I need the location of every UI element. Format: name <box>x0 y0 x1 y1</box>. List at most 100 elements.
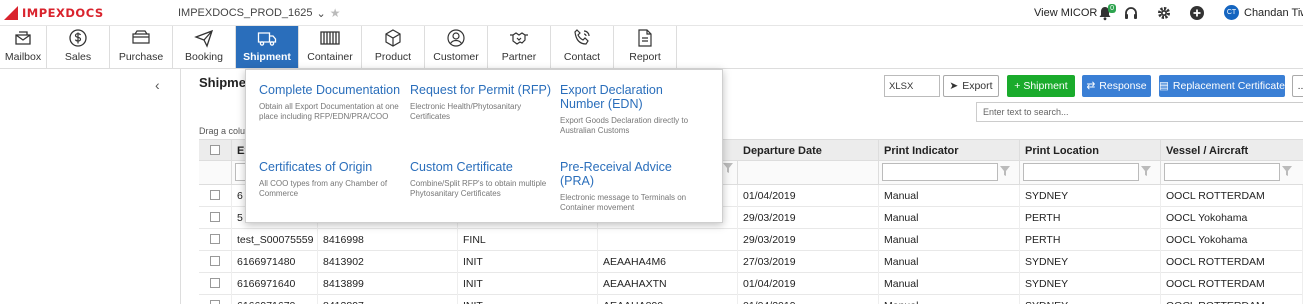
cell-edn: AEAAHA4M6 <box>598 251 738 273</box>
row-checkbox[interactable] <box>210 256 220 266</box>
cell-ref: 8413902 <box>318 251 458 273</box>
menu-item-complete-documentation[interactable]: Complete Documentation Obtain all Export… <box>259 83 401 121</box>
nav-sales[interactable]: Sales <box>47 26 110 68</box>
gear-icon[interactable] <box>1155 4 1173 22</box>
cell-print-indicator: Manual <box>879 273 1020 295</box>
response-button[interactable]: ⇄ Response <box>1082 75 1151 97</box>
cell-vessel: OOCL ROTTERDAM <box>1161 185 1303 207</box>
headset-icon[interactable] <box>1122 4 1140 22</box>
menu-item-edn[interactable]: Export Declaration Number (EDN) Export G… <box>560 83 702 135</box>
menu-item-description: Electronic message to Terminals on Conta… <box>560 193 687 212</box>
cell-departure-date: 01/04/2019 <box>738 295 879 304</box>
filter-funnel-icon[interactable] <box>723 163 733 176</box>
notification-bell-icon[interactable]: 0 <box>1096 4 1116 22</box>
menu-item-description: Obtain all Export Documentation at one p… <box>259 102 399 121</box>
menu-item-title: Pre-Receival Advice (PRA) <box>560 160 672 188</box>
cell-edn: AEAAHAXTN <box>598 273 738 295</box>
nav-label: Product <box>374 51 412 63</box>
table-row[interactable]: test_S00075559 8416998 FINL 29/03/2019 M… <box>199 229 1303 251</box>
cell-status: INIT <box>458 273 598 295</box>
menu-item-custom-certificate[interactable]: Custom Certificate Combine/Split RFP's t… <box>410 160 552 198</box>
nav-booking[interactable]: Booking <box>173 26 236 68</box>
table-row[interactable]: 6166971640 8413899 INIT AEAAHAXTN 01/04/… <box>199 273 1303 295</box>
row-select-cell <box>199 251 232 273</box>
row-checkbox[interactable] <box>210 212 220 222</box>
user-name: Chandan Tiwa <box>1244 6 1303 19</box>
more-options-button[interactable]: ... <box>1292 75 1303 97</box>
menu-item-rfp[interactable]: Request for Permit (RFP) Electronic Heal… <box>410 83 552 121</box>
export-button-label: Export <box>962 80 993 92</box>
star-icon[interactable]: ★ <box>330 6 341 20</box>
shipment-dropdown-menu: Complete Documentation Obtain all Export… <box>245 69 723 223</box>
nav-label: Purchase <box>118 51 164 63</box>
row-select-cell <box>199 229 232 251</box>
cell-print-indicator: Manual <box>879 229 1020 251</box>
table-row[interactable]: 6166971480 8413902 INIT AEAAHA4M6 27/03/… <box>199 251 1303 273</box>
cell-edn: AEAAHA890 <box>598 295 738 304</box>
top-bar: IMPEXDOCS IMPEXDOCS_PROD_1625 ⌄ ★ View M… <box>0 0 1303 26</box>
nav-partner[interactable]: Partner <box>488 26 551 68</box>
nav-label: Sales <box>64 51 92 63</box>
select-all-checkbox[interactable] <box>210 145 220 155</box>
table-row[interactable]: 6166971670 8413897 INIT AEAAHA890 01/04/… <box>199 295 1303 304</box>
logo-text: IMPEXDOCS <box>22 6 104 20</box>
filter-input[interactable] <box>1164 163 1280 181</box>
user-menu[interactable]: CT Chandan Tiwa <box>1224 5 1303 20</box>
view-micor-link[interactable]: View MICOR <box>1034 7 1097 19</box>
cell-print-indicator: Manual <box>879 251 1020 273</box>
nav-report[interactable]: Report <box>614 26 677 68</box>
search-input[interactable] <box>976 102 1303 122</box>
nav-product[interactable]: Product <box>362 26 425 68</box>
nav-mailbox[interactable]: Mailbox <box>0 26 47 68</box>
nav-shipment[interactable]: Shipment <box>236 26 299 68</box>
row-checkbox[interactable] <box>210 300 220 304</box>
export-format-select[interactable]: XLSX <box>884 75 940 97</box>
nav-purchase[interactable]: Purchase <box>110 26 173 68</box>
filter-input[interactable] <box>882 163 998 181</box>
menu-item-title: Request for Permit (RFP) <box>410 83 552 97</box>
column-header-departure-date[interactable]: Departure Date <box>738 140 879 162</box>
report-icon <box>638 29 652 47</box>
menu-item-certificates-of-origin[interactable]: Certificates of Origin All COO types fro… <box>259 160 401 198</box>
workspace-selector[interactable]: IMPEXDOCS_PROD_1625 ⌄ ★ <box>178 6 340 20</box>
row-checkbox[interactable] <box>210 234 220 244</box>
filter-input[interactable] <box>1023 163 1139 181</box>
column-header-print-indicator[interactable]: Print Indicator <box>879 140 1020 162</box>
cell-departure-date: 29/03/2019 <box>738 207 879 229</box>
response-button-label: Response <box>1099 80 1147 92</box>
app-logo[interactable]: IMPEXDOCS <box>4 6 104 20</box>
nav-contact[interactable]: Contact <box>551 26 614 68</box>
left-sidebar: ‹ <box>0 69 181 304</box>
menu-item-title: Complete Documentation <box>259 83 401 97</box>
nav-label: Customer <box>433 51 479 63</box>
cell-ex: 6166971640 <box>232 273 318 295</box>
notification-badge: 0 <box>1108 4 1116 13</box>
filter-funnel-icon[interactable] <box>1282 165 1292 179</box>
filter-print-location <box>1020 161 1161 185</box>
row-checkbox[interactable] <box>210 278 220 288</box>
export-button[interactable]: ➤ Export <box>943 75 999 97</box>
nav-label: Contact <box>563 51 601 63</box>
add-circle-icon[interactable] <box>1188 4 1206 22</box>
add-shipment-button[interactable]: + Shipment <box>1007 75 1075 97</box>
menu-item-title: Export Declaration Number (EDN) <box>560 83 663 111</box>
handshake-icon <box>510 32 528 45</box>
replacement-certificate-button[interactable]: ▤ Replacement Certificate <box>1159 75 1285 97</box>
menu-item-pra[interactable]: Pre-Receival Advice (PRA) Electronic mes… <box>560 160 702 212</box>
container-icon <box>320 31 340 45</box>
row-checkbox[interactable] <box>210 190 220 200</box>
group-panel-hint: Drag a colu <box>199 126 246 136</box>
nav-container[interactable]: Container <box>299 26 362 68</box>
select-all-cell <box>199 140 232 162</box>
filter-funnel-icon[interactable] <box>1000 165 1010 179</box>
box-icon <box>385 29 401 47</box>
cell-print-location: PERTH <box>1020 207 1161 229</box>
cell-departure-date: 01/04/2019 <box>738 273 879 295</box>
collapse-chevron-left-icon[interactable]: ‹ <box>155 77 160 93</box>
truck-icon <box>257 32 277 46</box>
column-header-print-location[interactable]: Print Location <box>1020 140 1161 162</box>
document-icon: ▤ <box>1159 80 1169 92</box>
filter-funnel-icon[interactable] <box>1141 165 1151 179</box>
column-header-vessel[interactable]: Vessel / Aircraft <box>1161 140 1303 162</box>
nav-customer[interactable]: Customer <box>425 26 488 68</box>
